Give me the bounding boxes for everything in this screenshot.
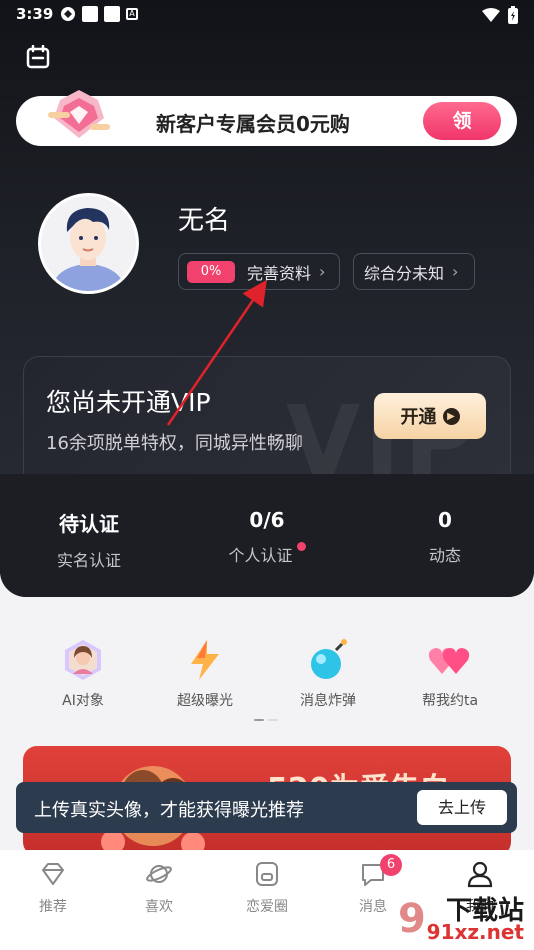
status-bar: 3:39 A	[0, 0, 534, 28]
open-vip-label: 开通	[400, 407, 437, 428]
stat-real-name[interactable]: 待认证 实名认证	[0, 508, 178, 571]
stat-label: 个人认证	[228, 546, 293, 565]
claim-button[interactable]: 领	[423, 102, 501, 140]
chevron-right-icon: ›	[452, 262, 459, 281]
upload-avatar-toast: 上传真实头像，才能获得曝光推荐 去上传	[16, 782, 517, 833]
planet-icon	[146, 865, 172, 883]
stats-row: 待认证 实名认证 0/6 个人认证 0 动态	[0, 474, 534, 597]
score-label: 综合分未知	[364, 263, 445, 283]
feature-date-help[interactable]: 帮我约ta	[383, 630, 517, 710]
circle-icon	[256, 862, 278, 886]
hearts-icon	[428, 648, 470, 674]
promo-text: 新客户专属会员0元购	[156, 112, 350, 136]
red-dot-indicator	[296, 542, 306, 551]
sync-icon	[61, 7, 75, 21]
tab-label: 推荐	[39, 899, 67, 915]
lightning-icon	[191, 640, 219, 680]
vip-subtitle: 16余项脱单特权，同城异性畅聊	[46, 433, 303, 454]
bomb-icon	[311, 639, 347, 679]
site-watermark: 9 下载站 91xz.net	[398, 890, 528, 946]
feature-ai-partner[interactable]: AI对象	[16, 630, 150, 710]
notification-icon	[82, 6, 98, 22]
promo-banner[interactable]: 新客户专属会员0元购 领	[16, 90, 517, 146]
complete-profile-label: 完善资料	[247, 263, 312, 283]
diamond-icon	[42, 863, 64, 885]
profile-header: 3:39 A 新客户专属会员0元购 领 无名 0% 完善资料 › 综合分未知 ›…	[0, 0, 534, 597]
feature-grid: AI对象 超级曝光 消息炸弹 帮我约ta	[0, 630, 534, 710]
status-icons-left: A	[60, 6, 138, 22]
stat-value: 0	[438, 508, 452, 532]
watermark-logo-icon: 9	[398, 896, 426, 942]
feature-label: 消息炸弹	[300, 693, 356, 709]
watermark-url: 91xz.net	[426, 920, 524, 944]
message-badge: 6	[380, 854, 402, 876]
feature-super-exposure[interactable]: 超级曝光	[138, 630, 272, 710]
tab-label: 恋爱圈	[246, 899, 288, 915]
tab-love-circle[interactable]: 恋爱圈	[214, 860, 320, 916]
feature-message-bomb[interactable]: 消息炸弹	[261, 630, 395, 710]
feature-label: AI对象	[62, 693, 104, 709]
ai-avatar-icon	[65, 640, 101, 680]
completion-badge: 0%	[187, 260, 235, 283]
upload-button[interactable]: 去上传	[417, 790, 507, 825]
page-dot	[254, 719, 264, 721]
tab-likes[interactable]: 喜欢	[106, 860, 212, 916]
a-icon: A	[126, 8, 138, 20]
stat-personal-verify[interactable]: 0/6 个人认证	[178, 508, 356, 566]
status-time: 3:39	[16, 5, 54, 23]
feature-label: 超级曝光	[177, 693, 233, 709]
username: 无名	[178, 206, 231, 236]
stat-label: 动态	[428, 546, 461, 565]
avatar-illustration	[41, 196, 136, 291]
stat-value: 待认证	[59, 512, 119, 536]
vip-title: 您尚未开通VIP	[46, 388, 211, 417]
user-icon	[467, 861, 493, 888]
notification-icon	[104, 6, 120, 22]
feature-label: 帮我约ta	[421, 693, 479, 709]
arrow-right-icon: ▶	[442, 407, 460, 425]
open-vip-button[interactable]: 开通 ▶	[374, 393, 486, 439]
avatar[interactable]	[38, 193, 139, 294]
stat-value: 0/6	[249, 508, 285, 532]
tab-label: 喜欢	[145, 899, 173, 915]
status-icons-right	[482, 6, 518, 24]
page-dot	[268, 719, 278, 721]
battery-icon	[508, 6, 518, 24]
wifi-icon	[482, 8, 500, 22]
toast-message: 上传真实头像，才能获得曝光推荐	[34, 800, 304, 821]
calendar-icon[interactable]	[26, 45, 50, 69]
vip-gem-icon	[48, 90, 110, 138]
stat-label: 实名认证	[56, 551, 121, 570]
stat-moments[interactable]: 0 动态	[356, 508, 534, 566]
page-indicator	[254, 719, 278, 721]
tab-recommend[interactable]: 推荐	[0, 860, 106, 916]
chevron-right-icon: ›	[319, 262, 326, 281]
score-button[interactable]: 综合分未知 ›	[353, 253, 475, 290]
complete-profile-button[interactable]: 0% 完善资料 ›	[178, 253, 340, 290]
